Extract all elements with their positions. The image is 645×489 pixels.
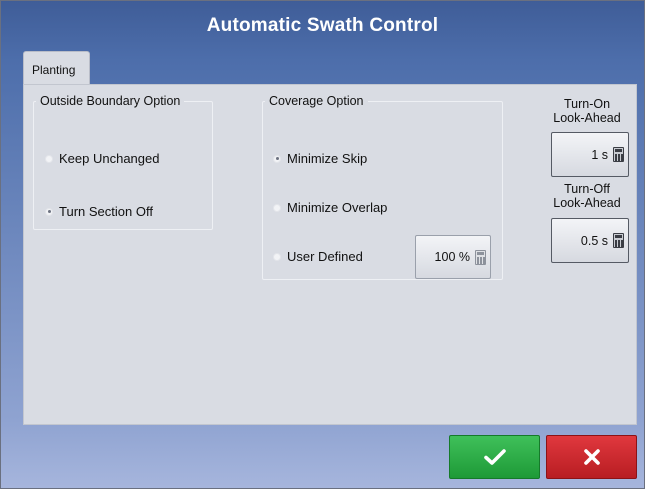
x-icon [583,449,600,465]
tab-planting[interactable]: Planting [23,51,90,85]
turn-on-label-line1: Turn-On [563,97,611,111]
turn-on-value: 1 s [591,147,608,162]
turn-off-label-line2: Look-Ahead [553,196,621,210]
checkmark-icon [483,449,506,465]
turn-off-value: 0.5 s [580,233,608,248]
coverage-legend: Coverage Option [269,94,364,108]
radio-keep-unchanged[interactable]: Keep Unchanged [45,151,159,166]
turn-on-label-line2: Look-Ahead [553,111,621,125]
user-defined-value-button[interactable]: 100 % [415,235,491,279]
turn-off-label-line1: Turn-Off [564,182,610,196]
dialog-window: Automatic Swath Control Planting Outside… [0,0,645,489]
outside-boundary-group: Outside Boundary Option Keep Unchanged T… [33,94,213,230]
turn-off-lookahead-button[interactable]: 0.5 s [551,218,629,263]
radio-label: Minimize Overlap [287,200,388,215]
radio-minimize-overlap[interactable]: Minimize Overlap [273,200,387,215]
radio-minimize-skip[interactable]: Minimize Skip [273,151,367,166]
coverage-group: Coverage Option Minimize Skip Minimize O… [262,94,503,280]
confirm-button[interactable] [449,435,540,479]
tab-label: Planting [32,63,76,77]
radio-user-defined[interactable]: User Defined [273,249,363,264]
radio-label: Keep Unchanged [59,151,160,166]
cancel-button[interactable] [546,435,637,479]
radio-dot-selected-icon [273,154,281,163]
radio-turn-section-off[interactable]: Turn Section Off [45,204,153,219]
radio-label: Turn Section Off [59,204,153,219]
radio-dot-icon [45,154,53,163]
user-defined-value: 100 % [434,250,470,264]
radio-label: Minimize Skip [287,151,368,166]
dialog-title: Automatic Swath Control [206,15,439,36]
radio-dot-icon [273,203,281,212]
turn-off-label: Turn-Off Look-Ahead [542,182,632,210]
calculator-icon [613,147,624,162]
calculator-icon [613,233,624,248]
radio-dot-selected-icon [45,207,53,216]
turn-on-lookahead-button[interactable]: 1 s [551,132,629,177]
outside-boundary-legend: Outside Boundary Option [40,94,181,108]
calculator-icon [475,249,486,265]
turn-on-label: Turn-On Look-Ahead [542,97,632,125]
tab-panel: Outside Boundary Option Keep Unchanged T… [23,84,637,425]
radio-label: User Defined [287,249,363,264]
radio-dot-icon [273,252,281,261]
